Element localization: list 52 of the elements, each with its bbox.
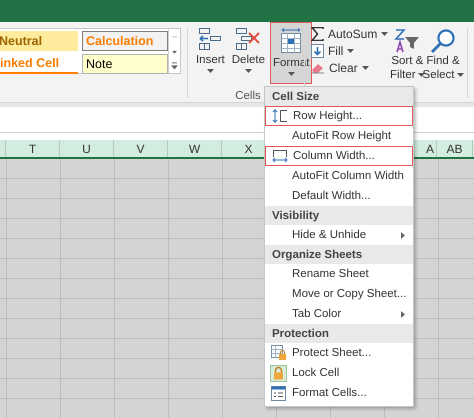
menu-item[interactable]: Row Height...	[265, 106, 413, 126]
ribbon-button[interactable]: Find & Select	[425, 22, 462, 102]
caret-icon	[347, 49, 354, 53]
column-header[interactable]: AB	[437, 140, 473, 157]
column-header[interactable]: U	[60, 140, 114, 157]
ribbon-button[interactable]: Insert	[194, 22, 227, 84]
cell-style[interactable]: Neutral	[0, 31, 78, 51]
menu-item[interactable]: Protect Sheet...	[265, 343, 413, 363]
ribbon-command[interactable]: Clear	[310, 61, 390, 75]
submenu-arrow-icon	[401, 311, 405, 318]
caret-icon	[288, 72, 295, 76]
lock-icon	[270, 364, 287, 382]
menu-section-header: Organize Sheets	[265, 245, 413, 264]
column-header[interactable]: W	[168, 140, 222, 157]
cell-style[interactable]: Note	[82, 54, 168, 74]
ribbon-command[interactable]: AutoSum	[310, 27, 390, 41]
caret-icon	[362, 66, 369, 70]
insert-cells-icon	[198, 27, 222, 51]
caret-icon	[418, 73, 425, 77]
caret-icon	[206, 69, 214, 73]
format-cells-icon	[271, 386, 286, 400]
column-header[interactable]: V	[114, 140, 168, 157]
protect-sheet-icon	[270, 345, 286, 361]
menu-section-header: Visibility	[265, 206, 413, 225]
menu-item[interactable]: Column Width...	[265, 146, 413, 166]
ribbon-command[interactable]: Fill	[310, 44, 390, 58]
menu-item[interactable]: Rename Sheet	[265, 264, 413, 284]
menu-item[interactable]: Hide & Unhide	[265, 225, 413, 245]
caret-icon	[381, 32, 388, 36]
eraser-icon	[310, 62, 325, 74]
row-height-icon	[272, 109, 288, 123]
menu-item[interactable]: Format Cells...	[265, 383, 413, 403]
menu-item[interactable]: Move or Copy Sheet...	[265, 284, 413, 304]
column-width-icon	[272, 149, 288, 163]
menu-item[interactable]: Default Width...	[265, 186, 413, 206]
caret-icon	[456, 73, 464, 77]
caret-icon	[244, 69, 252, 73]
delete-cells-icon	[235, 27, 262, 51]
column-header[interactable]: T	[6, 140, 60, 157]
fill-down-icon	[310, 44, 324, 58]
menu-item[interactable]: AutoFit Column Width	[265, 166, 413, 186]
search-icon	[430, 28, 456, 54]
sort-filter-icon	[394, 28, 420, 54]
sigma-icon	[310, 27, 324, 41]
format-cells-icon	[279, 28, 304, 54]
ribbon-button[interactable]: Delete	[230, 22, 267, 84]
menu-section-header: Protection	[265, 324, 413, 343]
menu-item[interactable]: Lock Cell	[265, 363, 413, 383]
group-label: Cells	[235, 90, 261, 102]
menu-section-header: Cell Size	[265, 87, 413, 106]
menu-item[interactable]: Tab Color	[265, 304, 413, 324]
submenu-arrow-icon	[401, 232, 405, 239]
